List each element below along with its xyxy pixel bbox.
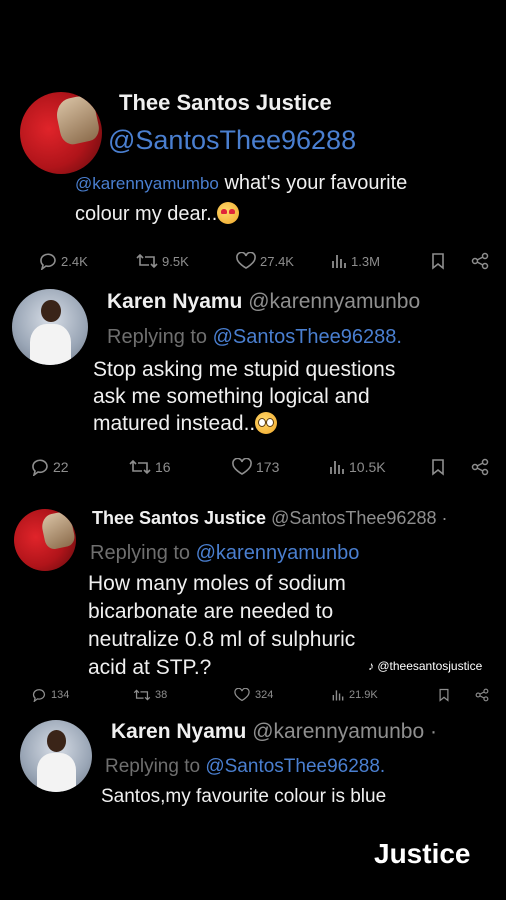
user-handle[interactable]: @karennyamunbo xyxy=(248,290,420,313)
tweet-text-line: Stop asking me stupid questions xyxy=(93,358,396,381)
replying-to: Replying to @SantosThee96288. xyxy=(105,756,385,778)
retweet-count: 38 xyxy=(155,689,168,701)
bookmark-button[interactable] xyxy=(437,688,451,702)
reply-button[interactable]: 22 xyxy=(30,458,69,476)
reply-count: 134 xyxy=(51,689,70,701)
retweet-button[interactable]: 9.5K xyxy=(135,252,189,270)
tweet-text: Santos,my favourite colour is blue xyxy=(101,786,386,808)
reply-icon xyxy=(32,689,46,702)
retweet-icon xyxy=(133,689,151,701)
justice-signature: Justice xyxy=(374,838,471,869)
views-button[interactable]: 21.9K xyxy=(330,688,378,702)
share-icon xyxy=(471,252,489,270)
retweet-button[interactable]: 16 xyxy=(128,458,171,476)
bookmark-icon xyxy=(432,459,444,476)
retweet-icon xyxy=(136,253,158,269)
user-handle[interactable]: @SantosThee96288 · xyxy=(271,508,447,528)
tiktok-icon: ♪ xyxy=(368,659,374,673)
display-name[interactable]: Karen Nyamu xyxy=(107,290,242,313)
views-count: 10.5K xyxy=(349,459,386,475)
tweet-actions: 2.4K 9.5K 27.4K 1.3M xyxy=(0,252,506,274)
display-name[interactable]: Thee Santos Justice xyxy=(119,90,332,116)
retweet-count: 16 xyxy=(155,459,171,475)
bookmark-icon xyxy=(439,688,449,702)
replying-label: Replying to xyxy=(105,756,201,777)
tweet-header: Thee Santos Justice @SantosThee96288 · xyxy=(92,508,447,529)
tweet-text-line: neutralize 0.8 ml of sulphuric xyxy=(88,628,356,651)
display-name[interactable]: Karen Nyamu xyxy=(111,720,246,743)
retweet-count: 9.5K xyxy=(162,253,189,269)
tweet-text-line: matured instead.. xyxy=(93,412,256,435)
tweet-text-line: what's your favourite xyxy=(224,172,408,194)
bookmark-button[interactable] xyxy=(430,252,446,270)
views-button[interactable]: 1.3M xyxy=(330,252,380,270)
replying-to: Replying to @karennyamunbo xyxy=(90,542,359,565)
reply-icon xyxy=(40,253,56,270)
bookmark-icon xyxy=(432,253,444,270)
tweet-text: @karennyamumbo what's your favourite col… xyxy=(75,168,407,230)
views-button[interactable]: 10.5K xyxy=(328,458,386,476)
tweet-text-line: ask me something logical and xyxy=(93,385,370,408)
like-count: 173 xyxy=(256,459,280,475)
mention-link[interactable]: @SantosThee96288. xyxy=(213,326,402,348)
like-button[interactable]: 173 xyxy=(231,458,279,476)
pleading-face-emoji xyxy=(255,412,278,434)
avatar[interactable] xyxy=(20,720,92,792)
views-icon xyxy=(330,461,344,474)
avatar[interactable] xyxy=(20,92,102,174)
views-icon xyxy=(332,690,344,701)
tweet-text-line: acid at STP.? xyxy=(88,656,212,679)
mention-link[interactable]: @karennyamumbo xyxy=(75,174,219,193)
tweet-text-line: How many moles of sodium xyxy=(88,572,346,595)
tweet-header: Karen Nyamu @karennyamunbo xyxy=(107,290,420,314)
share-button[interactable] xyxy=(470,458,490,476)
tweet-actions: 22 16 173 10.5K xyxy=(0,458,506,480)
views-count: 21.9K xyxy=(349,689,378,701)
mention-link[interactable]: @SantosThee96288. xyxy=(205,756,385,777)
user-handle[interactable]: @karennyamunbo · xyxy=(252,720,437,743)
like-count: 324 xyxy=(255,689,274,701)
heart-icon xyxy=(236,252,256,269)
replying-to: Replying to @SantosThee96288. xyxy=(107,326,402,349)
display-name[interactable]: Thee Santos Justice xyxy=(92,508,266,528)
heart-eyes-emoji xyxy=(217,202,240,224)
mention-link[interactable]: @karennyamunbo xyxy=(196,542,360,564)
tweet-text-line: bicarbonate are needed to xyxy=(88,600,334,623)
tweet-text: How many moles of sodium bicarbonate are… xyxy=(88,570,355,682)
share-button[interactable] xyxy=(473,688,491,702)
reply-icon xyxy=(32,459,48,476)
like-button[interactable]: 27.4K xyxy=(235,252,294,270)
reply-button[interactable]: 134 xyxy=(30,688,69,702)
tiktok-handle: @theesantosjustice xyxy=(377,659,483,673)
like-button[interactable]: 324 xyxy=(232,688,273,702)
avatar[interactable] xyxy=(12,289,88,365)
tweet-header: Karen Nyamu @karennyamunbo · xyxy=(111,720,437,744)
bookmark-button[interactable] xyxy=(430,458,446,476)
views-icon xyxy=(332,255,346,268)
user-handle[interactable]: @SantosThee96288 xyxy=(108,125,356,156)
tweet-text-line: colour my dear.. xyxy=(75,203,218,225)
retweet-button[interactable]: 38 xyxy=(132,688,167,702)
share-icon xyxy=(471,458,489,476)
tweet-actions: 134 38 324 21.9K xyxy=(0,688,506,710)
replying-label: Replying to xyxy=(90,542,191,564)
replying-label: Replying to xyxy=(107,326,208,348)
reply-button[interactable]: 2.4K xyxy=(38,252,88,270)
views-count: 1.3M xyxy=(351,253,380,269)
retweet-icon xyxy=(129,459,151,475)
tweet-text: Stop asking me stupid questions ask me s… xyxy=(93,356,395,437)
heart-icon xyxy=(232,458,252,475)
share-button[interactable] xyxy=(470,252,490,270)
reply-count: 2.4K xyxy=(61,253,88,269)
avatar[interactable] xyxy=(14,509,76,571)
like-count: 27.4K xyxy=(260,253,294,269)
heart-icon xyxy=(234,688,250,702)
tweet-text-line: Santos,my favourite colour is blue xyxy=(101,786,387,807)
share-icon xyxy=(475,688,489,702)
reply-count: 22 xyxy=(53,459,69,475)
tiktok-watermark: ♪ @theesantosjustice xyxy=(368,659,482,673)
